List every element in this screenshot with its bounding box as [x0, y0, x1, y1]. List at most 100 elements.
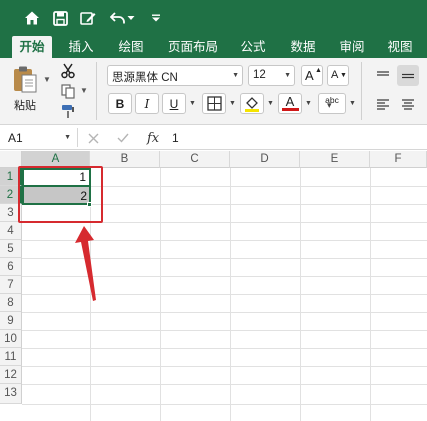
- align-center-icon: [402, 98, 414, 110]
- grid-line: [22, 276, 427, 277]
- undo-icon[interactable]: [108, 8, 128, 28]
- ribbon-separator: [361, 62, 362, 120]
- align-left-button[interactable]: [372, 93, 394, 114]
- cell-a1[interactable]: 1: [22, 168, 91, 187]
- grid-line: [22, 312, 427, 313]
- tab-formulas[interactable]: 公式: [234, 36, 272, 58]
- paste-dropdown-icon[interactable]: ▼: [43, 75, 51, 84]
- borders-button[interactable]: [202, 93, 226, 114]
- borders-icon: [206, 96, 222, 111]
- italic-button[interactable]: I: [135, 93, 159, 114]
- tab-draw[interactable]: 绘图: [112, 36, 150, 58]
- font-name-select[interactable]: 思源黑体 CN ▼: [107, 65, 243, 86]
- row-header-4[interactable]: 4: [0, 222, 22, 240]
- cut-icon[interactable]: [59, 62, 77, 80]
- grid-line: [22, 240, 427, 241]
- cell-a2[interactable]: 2: [23, 187, 90, 204]
- font-size-value: 12: [253, 69, 266, 81]
- row-header-8[interactable]: 8: [0, 294, 22, 312]
- formula-bar: A1 ▼ fx 1: [0, 125, 427, 150]
- customize-icon[interactable]: [146, 8, 166, 28]
- paste-icon[interactable]: [12, 65, 38, 93]
- font-name-value: 思源黑体 CN: [112, 72, 178, 84]
- worksheet-grid[interactable]: A B C D E F 1 2 3 4 5 6 7 8 9 10 11 12 1…: [0, 151, 427, 421]
- chevron-down-icon: ▼: [232, 72, 239, 79]
- ribbon: 粘贴 ▼ ▼ 思源黑体 CN ▼ 12 ▼ A ▲ A ▼ B I U ▼ ▼ …: [0, 58, 427, 125]
- align-center-button[interactable]: [397, 93, 419, 114]
- font-size-select[interactable]: 12 ▼: [248, 65, 295, 86]
- align-middle-button[interactable]: [397, 65, 419, 86]
- caret-up-icon: ▲: [315, 67, 322, 74]
- grid-line: [22, 204, 427, 205]
- tab-view[interactable]: 视图: [381, 36, 419, 58]
- home-icon[interactable]: [22, 8, 42, 28]
- column-header-a[interactable]: A: [22, 151, 90, 168]
- name-box[interactable]: A1 ▼: [2, 128, 78, 147]
- decrease-font-label: A: [331, 69, 339, 81]
- row-header-3[interactable]: 3: [0, 204, 22, 222]
- formula-input[interactable]: 1: [172, 131, 179, 145]
- row-header-11[interactable]: 11: [0, 348, 22, 366]
- bold-button[interactable]: B: [108, 93, 132, 114]
- font-color-label: A: [285, 94, 295, 109]
- row-header-1[interactable]: 1: [0, 168, 22, 186]
- increase-font-size-button[interactable]: A ▲: [301, 65, 323, 86]
- tab-data[interactable]: 数据: [284, 36, 322, 58]
- grid-line: [22, 330, 427, 331]
- row-header-13[interactable]: 13: [0, 384, 22, 404]
- underline-button[interactable]: U: [162, 93, 186, 114]
- row-header-2[interactable]: 2: [0, 186, 22, 204]
- grid-line: [22, 258, 427, 259]
- edit-icon[interactable]: [78, 8, 98, 28]
- paint-bucket-icon: [245, 96, 259, 112]
- undo-dropdown-icon[interactable]: [126, 8, 136, 28]
- grid-line: [22, 294, 427, 295]
- row-header-6[interactable]: 6: [0, 258, 22, 276]
- fill-color-button[interactable]: [240, 93, 264, 114]
- tab-page-layout[interactable]: 页面布局: [162, 36, 224, 58]
- phonetic-guide-button[interactable]: abc ▾: [318, 93, 346, 114]
- quick-access-toolbar: [0, 0, 427, 36]
- fill-handle[interactable]: [87, 202, 92, 207]
- row-header-9[interactable]: 9: [0, 312, 22, 330]
- row-header-10[interactable]: 10: [0, 330, 22, 348]
- insert-function-icon[interactable]: fx: [147, 131, 159, 146]
- ribbon-tabs: 开始 插入 绘图 页面布局 公式 数据 审阅 视图: [0, 36, 427, 58]
- cancel-icon[interactable]: [88, 133, 99, 144]
- grid-line: [22, 348, 427, 349]
- align-middle-icon: [402, 73, 414, 78]
- caret-down-icon: ▼: [340, 72, 347, 79]
- tab-review[interactable]: 审阅: [333, 36, 371, 58]
- column-header-f[interactable]: F: [370, 151, 427, 168]
- phonetic-dropdown-icon[interactable]: ▼: [349, 100, 356, 107]
- underline-dropdown-icon[interactable]: ▼: [189, 100, 196, 107]
- tab-home[interactable]: 开始: [12, 36, 52, 58]
- decrease-font-size-button[interactable]: A ▼: [327, 65, 349, 86]
- column-header-d[interactable]: D: [230, 151, 300, 168]
- grid-line: [22, 366, 427, 367]
- borders-dropdown-icon[interactable]: ▼: [229, 100, 236, 107]
- font-color-dropdown-icon[interactable]: ▼: [305, 100, 312, 107]
- tab-insert[interactable]: 插入: [62, 36, 100, 58]
- row-header-5[interactable]: 5: [0, 240, 22, 258]
- font-color-button[interactable]: A: [278, 93, 302, 114]
- align-top-button[interactable]: [372, 65, 394, 86]
- column-header-c[interactable]: C: [160, 151, 230, 168]
- align-left-icon: [377, 98, 389, 110]
- save-icon[interactable]: [50, 8, 70, 28]
- column-header-e[interactable]: E: [300, 151, 370, 168]
- chevron-down-icon: ▼: [64, 134, 71, 141]
- confirm-icon[interactable]: [117, 133, 129, 143]
- chevron-down-icon: ▼: [284, 72, 291, 79]
- row-header-12[interactable]: 12: [0, 366, 22, 384]
- copy-icon[interactable]: [59, 82, 77, 100]
- fill-color-dropdown-icon[interactable]: ▼: [267, 100, 274, 107]
- column-header-b[interactable]: B: [90, 151, 160, 168]
- format-painter-icon[interactable]: [59, 102, 77, 120]
- increase-font-label: A: [305, 68, 314, 83]
- paste-button-label[interactable]: 粘贴: [14, 97, 36, 113]
- grid-line: [22, 384, 427, 385]
- copy-dropdown-icon[interactable]: ▼: [80, 86, 88, 95]
- row-header-7[interactable]: 7: [0, 276, 22, 294]
- select-all-corner[interactable]: [0, 151, 22, 168]
